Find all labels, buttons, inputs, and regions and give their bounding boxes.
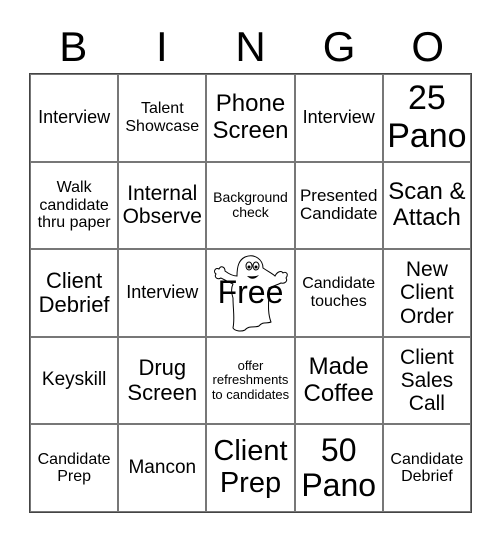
header-letter-i: I xyxy=(156,23,168,70)
bingo-cell[interactable]: Keyskill xyxy=(30,336,119,425)
bingo-cell[interactable]: 25 Pano xyxy=(382,74,471,162)
cell-text: Made Coffee xyxy=(303,353,374,407)
bingo-header: B I N G O xyxy=(29,22,472,72)
bingo-cell[interactable]: Background check xyxy=(206,161,295,250)
bingo-cell[interactable]: Client Sales Call xyxy=(382,336,471,425)
cell-text: Scan & Attach xyxy=(388,178,466,232)
bingo-cell[interactable]: Internal Observe xyxy=(118,161,207,250)
cell-text: offer refreshments to candidates xyxy=(211,358,290,402)
cell-text: 25 Pano xyxy=(387,79,467,155)
bingo-cell[interactable]: Presented Candidate xyxy=(294,161,383,250)
cell-text: Client Sales Call xyxy=(400,345,454,416)
bingo-cell[interactable]: Mancon xyxy=(118,424,207,512)
cell-text: New Client Order xyxy=(400,258,454,328)
free-space-label: Free xyxy=(217,274,284,311)
header-letter-g: G xyxy=(322,23,356,70)
bingo-cell[interactable]: Made Coffee xyxy=(294,336,383,425)
bingo-cell[interactable]: Candidate Prep xyxy=(30,424,119,512)
bingo-cell[interactable]: 50 Pano xyxy=(294,424,383,512)
header-letter-o: O xyxy=(411,23,444,70)
cell-text: Interview xyxy=(38,106,111,127)
free-space-cell[interactable]: Free xyxy=(206,249,295,337)
bingo-cell[interactable]: Interview xyxy=(30,74,119,162)
cell-text: Candidate Debrief xyxy=(390,450,464,486)
header-letter-b: B xyxy=(59,23,88,70)
bingo-cell[interactable]: Candidate touches xyxy=(294,249,383,337)
cell-text: Talent Showcase xyxy=(125,100,200,135)
bingo-cell[interactable]: Client Prep xyxy=(206,424,295,512)
cell-text: Internal Observe xyxy=(122,182,202,229)
cell-text: Client Debrief xyxy=(38,267,110,317)
bingo-cell[interactable]: New Client Order xyxy=(382,249,471,337)
cell-text: Client Prep xyxy=(213,435,288,500)
bingo-cell[interactable]: Drug Screen xyxy=(118,336,207,425)
bingo-cell[interactable]: Phone Screen xyxy=(206,74,295,162)
cell-text: Interview xyxy=(302,106,375,127)
cell-text: Keyskill xyxy=(41,369,107,391)
bingo-cell[interactable]: Talent Showcase xyxy=(118,74,207,162)
cell-text: Interview xyxy=(126,282,199,303)
cell-text: Candidate touches xyxy=(302,275,376,310)
cell-text: Drug Screen xyxy=(127,355,198,405)
cell-text: Background check xyxy=(213,189,288,221)
cell-text: Mancon xyxy=(128,456,197,478)
cell-text: 50 Pano xyxy=(301,432,377,504)
cell-text: Phone Screen xyxy=(212,90,289,144)
bingo-cell[interactable]: Client Debrief xyxy=(30,249,119,337)
cell-text: Walk candidate thru paper xyxy=(37,179,111,232)
bingo-cell[interactable]: Interview xyxy=(294,74,383,162)
bingo-cell[interactable]: Walk candidate thru paper xyxy=(30,161,119,250)
header-letter-n: N xyxy=(235,23,266,70)
cell-text: Candidate Prep xyxy=(37,450,111,486)
bingo-cell[interactable]: Scan & Attach xyxy=(382,161,471,250)
bingo-card-grid: Interview Talent Showcase Phone Screen I… xyxy=(29,73,472,513)
bingo-cell[interactable]: Candidate Debrief xyxy=(382,424,471,512)
bingo-cell[interactable]: Interview xyxy=(118,249,207,337)
bingo-cell[interactable]: offer refreshments to candidates xyxy=(206,336,295,425)
cell-text: Presented Candidate xyxy=(299,185,378,224)
